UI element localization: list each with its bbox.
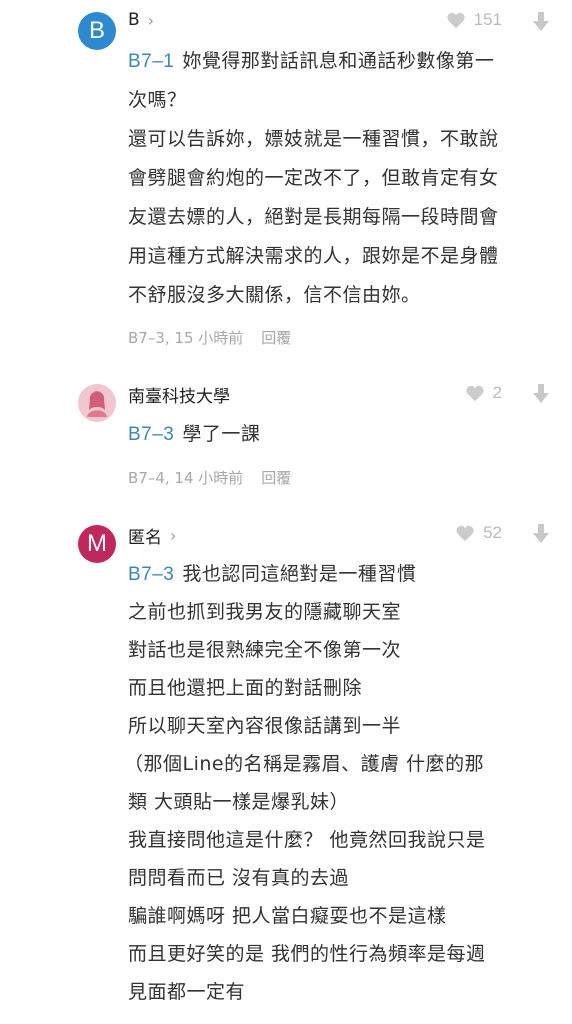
comment-line: 之前也抓到我男友的隱藏聊天室 <box>128 601 402 623</box>
like-button[interactable]: 151 <box>446 10 502 30</box>
comment-line: 騙誰啊媽呀 把人當白癡耍也不是這樣 <box>128 905 447 927</box>
comment-line: 所以聊天室內容很像話講到一半 <box>128 715 402 737</box>
floor-reference-link[interactable]: B7–3 <box>128 424 174 445</box>
comment-line: 不舒服沒多大關係，信不信由妳。 <box>128 284 421 306</box>
like-button[interactable]: 2 <box>465 383 502 403</box>
comment-line: 而且他還把上面的對話刪除 <box>128 677 363 699</box>
comment-meta: B7–3, 15 小時前 回覆 <box>128 327 291 348</box>
reply-button[interactable]: 回覆 <box>261 467 291 488</box>
avatar[interactable] <box>78 384 116 422</box>
comment-line: 對話也是很熟練完全不像第一次 <box>128 639 402 661</box>
comment-line: 我直接問他這是什麼？ 他竟然回我說只是 <box>128 829 486 851</box>
comment-line: 會劈腿會約炮的一定改不了，但敢肯定有女 <box>128 167 499 189</box>
downvote-icon[interactable] <box>532 384 550 408</box>
comment-line: 問問看而已 沒有真的去過 <box>128 867 350 889</box>
author-name[interactable]: 南臺科技大學 <box>128 382 230 407</box>
avatar[interactable]: M <box>78 525 116 563</box>
author-name[interactable]: 匿名 › <box>128 523 176 548</box>
floor-and-time: B7–3, 15 小時前 <box>128 329 244 347</box>
comment-line: （那個Line的名稱是霧眉、護膚 什麼的那 <box>124 753 485 775</box>
like-count: 151 <box>473 10 502 29</box>
downvote-icon[interactable] <box>532 524 550 548</box>
author-name[interactable]: B › <box>128 10 154 30</box>
avatar[interactable]: B <box>78 12 116 50</box>
floor-reference-link[interactable]: B7–1 <box>128 51 174 72</box>
heart-icon <box>455 524 475 542</box>
comment-line: 還可以告訴妳，嫖妓就是一種習慣，不敢說 <box>128 128 499 150</box>
comment-line: 用這種方式解決需求的人，跟妳是不是身體 <box>128 245 499 267</box>
comment-line: 而且更好笑的是 我們的性行為頻率是每週 <box>128 943 486 965</box>
downvote-icon[interactable] <box>532 12 550 36</box>
heart-icon <box>465 384 485 402</box>
chevron-right-icon: › <box>170 526 177 545</box>
comment-line: 次嗎？ <box>128 89 187 111</box>
like-count: 2 <box>492 383 502 402</box>
reply-button[interactable]: 回覆 <box>261 327 291 348</box>
like-button[interactable]: 52 <box>455 523 502 543</box>
comment-meta: B7–4, 14 小時前 回覆 <box>128 467 291 488</box>
floor-and-time: B7–4, 14 小時前 <box>128 469 244 487</box>
floor-reference-link[interactable]: B7–3 <box>128 564 174 585</box>
chevron-right-icon: › <box>147 10 155 30</box>
school-avatar-icon <box>78 384 116 422</box>
comment-line: B7–1 妳覺得那對話訊息和通話秒數像第一 <box>128 50 495 72</box>
comment-line: B7–3 學了一課 <box>128 423 261 445</box>
comment-line: 類 大頭貼一樣是爆乳妹） <box>128 791 350 813</box>
like-count: 52 <box>483 523 502 542</box>
heart-icon <box>446 11 466 29</box>
comment-line: B7–3 我也認同這絕對是一種習慣 <box>128 563 417 585</box>
comment-line: 見面都一定有 <box>128 981 246 1003</box>
comment-1: B B › 151 B7–1 妳覺得那對話訊息和通話秒數像第一 次嗎？ 還可以告訴… <box>0 0 572 360</box>
comment-line: 友還去嫖的人，絕對是長期每隔一段時間會 <box>128 206 499 228</box>
